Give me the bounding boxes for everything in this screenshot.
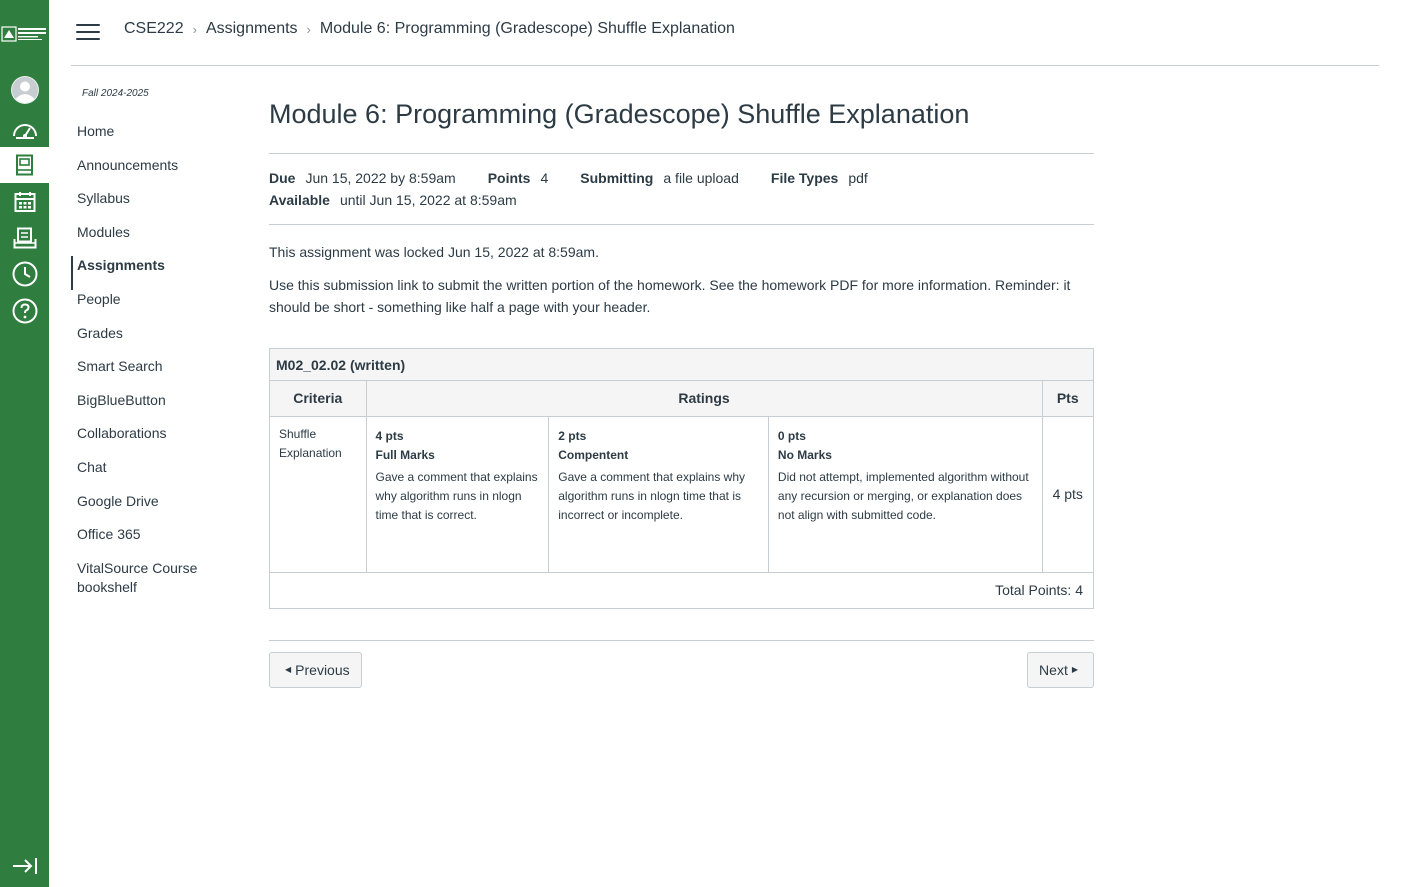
locked-notice: This assignment was locked Jun 15, 2022 … — [269, 244, 599, 260]
university-logo[interactable] — [0, 22, 49, 46]
course-nav-google-drive[interactable]: Google Drive — [71, 492, 241, 526]
criterion-description: Shuffle Explanation — [270, 415, 367, 573]
rating-full-marks: 4 pts Full Marks Gave a comment that exp… — [367, 416, 550, 572]
course-nav-home[interactable]: Home — [71, 122, 241, 156]
course-nav-announcements[interactable]: Announcements — [71, 156, 241, 190]
course-nav-modules[interactable]: Modules — [71, 223, 241, 257]
module-sequence-footer: ◀ Previous Next ▶ — [269, 651, 1094, 688]
caret-left-icon: ◀ — [285, 665, 292, 674]
file-types-value: pdf — [848, 170, 868, 186]
assignment-description: Use this submission link to submit the w… — [269, 277, 1071, 315]
global-nav — [0, 0, 49, 887]
rubric-table: Criteria Ratings Pts Shuffle Explanation… — [270, 381, 1093, 573]
rating-pts: 0 pts — [777, 428, 806, 443]
hamburger-menu-icon[interactable] — [76, 24, 100, 42]
points-value: 4 — [540, 170, 549, 186]
previous-label: Previous — [295, 661, 350, 678]
account-icon[interactable] — [0, 71, 49, 109]
rubric: M02_02.02 (written) Criteria Ratings Pts… — [269, 348, 1094, 609]
inbox-icon[interactable] — [0, 220, 49, 256]
rating-description: Did not attempt, implemented algorithm w… — [777, 469, 1029, 522]
points-label: Points — [487, 170, 531, 186]
rubric-title: M02_02.02 (written) — [270, 349, 1093, 381]
course-nav-office-365[interactable]: Office 365 — [71, 525, 241, 559]
available-label: Available — [269, 192, 330, 208]
course-nav-grades[interactable]: Grades — [71, 324, 241, 358]
submitting-label: Submitting — [580, 170, 654, 186]
due-value: Jun 15, 2022 by 8:59am — [305, 170, 456, 186]
previous-button[interactable]: ◀ Previous — [269, 651, 362, 688]
breadcrumb: CSE222 › Assignments › Module 6: Program… — [124, 20, 735, 38]
rating-pts: 2 pts — [558, 428, 587, 443]
breadcrumb-current: Module 6: Programming (Gradescope) Shuff… — [319, 20, 735, 37]
divider — [269, 224, 1094, 225]
course-nav-vitalsource[interactable]: VitalSource Course bookshelf — [71, 559, 211, 597]
rating-name: No Marks — [777, 447, 832, 462]
help-icon[interactable] — [0, 293, 49, 329]
ratings-header: Ratings — [365, 381, 1043, 417]
divider — [269, 639, 1094, 641]
logo-icon — [1, 26, 46, 42]
calendar-icon[interactable] — [0, 184, 49, 220]
rubric-row: Shuffle Explanation 4 pts Full Marks Gav… — [270, 415, 1093, 573]
breadcrumb-separator-icon: › — [192, 21, 197, 37]
course-nav-smart-search[interactable]: Smart Search — [71, 357, 241, 391]
header-divider — [71, 65, 1379, 66]
courses-icon[interactable] — [0, 147, 49, 183]
breadcrumb-assignments[interactable]: Assignments — [206, 20, 298, 38]
page-title: Module 6: Programming (Gradescope) Shuff… — [269, 99, 970, 129]
rating-description: Gave a comment that explains why algorit… — [375, 469, 538, 522]
assignment-content: Module 6: Programming (Gradescope) Shuff… — [269, 96, 1094, 688]
rating-pts: 4 pts — [375, 428, 404, 443]
assignment-details: Due Jun 15, 2022 by 8:59am Points 4 Subm… — [269, 154, 1094, 224]
collapse-nav-icon[interactable] — [0, 851, 49, 881]
history-icon[interactable] — [0, 256, 49, 292]
dashboard-icon[interactable] — [0, 112, 49, 148]
next-label: Next — [1039, 661, 1068, 678]
rating-name: Compentent — [558, 447, 629, 462]
available-value: until Jun 15, 2022 at 8:59am — [339, 192, 517, 208]
course-nav-collaborations[interactable]: Collaborations — [71, 424, 241, 458]
pts-header: Pts — [1041, 381, 1093, 417]
rating-description: Gave a comment that explains why algorit… — [558, 469, 745, 522]
rating-name: Full Marks — [375, 447, 435, 462]
breadcrumb-separator-icon: › — [306, 21, 311, 37]
due-label: Due — [269, 170, 296, 186]
course-nav: Fall 2024-2025 Home Announcements Syllab… — [71, 86, 241, 597]
next-button[interactable]: Next ▶ — [1027, 651, 1094, 688]
file-types-label: File Types — [770, 170, 839, 186]
submitting-value: a file upload — [663, 170, 739, 186]
caret-right-icon: ▶ — [1071, 665, 1078, 674]
course-nav-bigbluebutton[interactable]: BigBlueButton — [71, 391, 241, 425]
course-nav-chat[interactable]: Chat — [71, 458, 241, 492]
criteria-header: Criteria — [270, 381, 367, 417]
rubric-total-points: Total Points: 4 — [995, 581, 1083, 598]
course-nav-assignments[interactable]: Assignments — [71, 256, 241, 290]
term-label: Fall 2024-2025 — [82, 88, 149, 99]
course-nav-syllabus[interactable]: Syllabus — [71, 189, 241, 223]
ratings-cell: 4 pts Full Marks Gave a comment that exp… — [365, 415, 1043, 573]
course-nav-people[interactable]: People — [71, 290, 241, 324]
criterion-pts: 4 pts — [1041, 415, 1093, 573]
breadcrumb-course[interactable]: CSE222 — [124, 20, 184, 38]
rating-compentent: 2 pts Compentent Gave a comment that exp… — [549, 416, 769, 572]
rating-no-marks: 0 pts No Marks Did not attempt, implemen… — [769, 417, 1042, 572]
